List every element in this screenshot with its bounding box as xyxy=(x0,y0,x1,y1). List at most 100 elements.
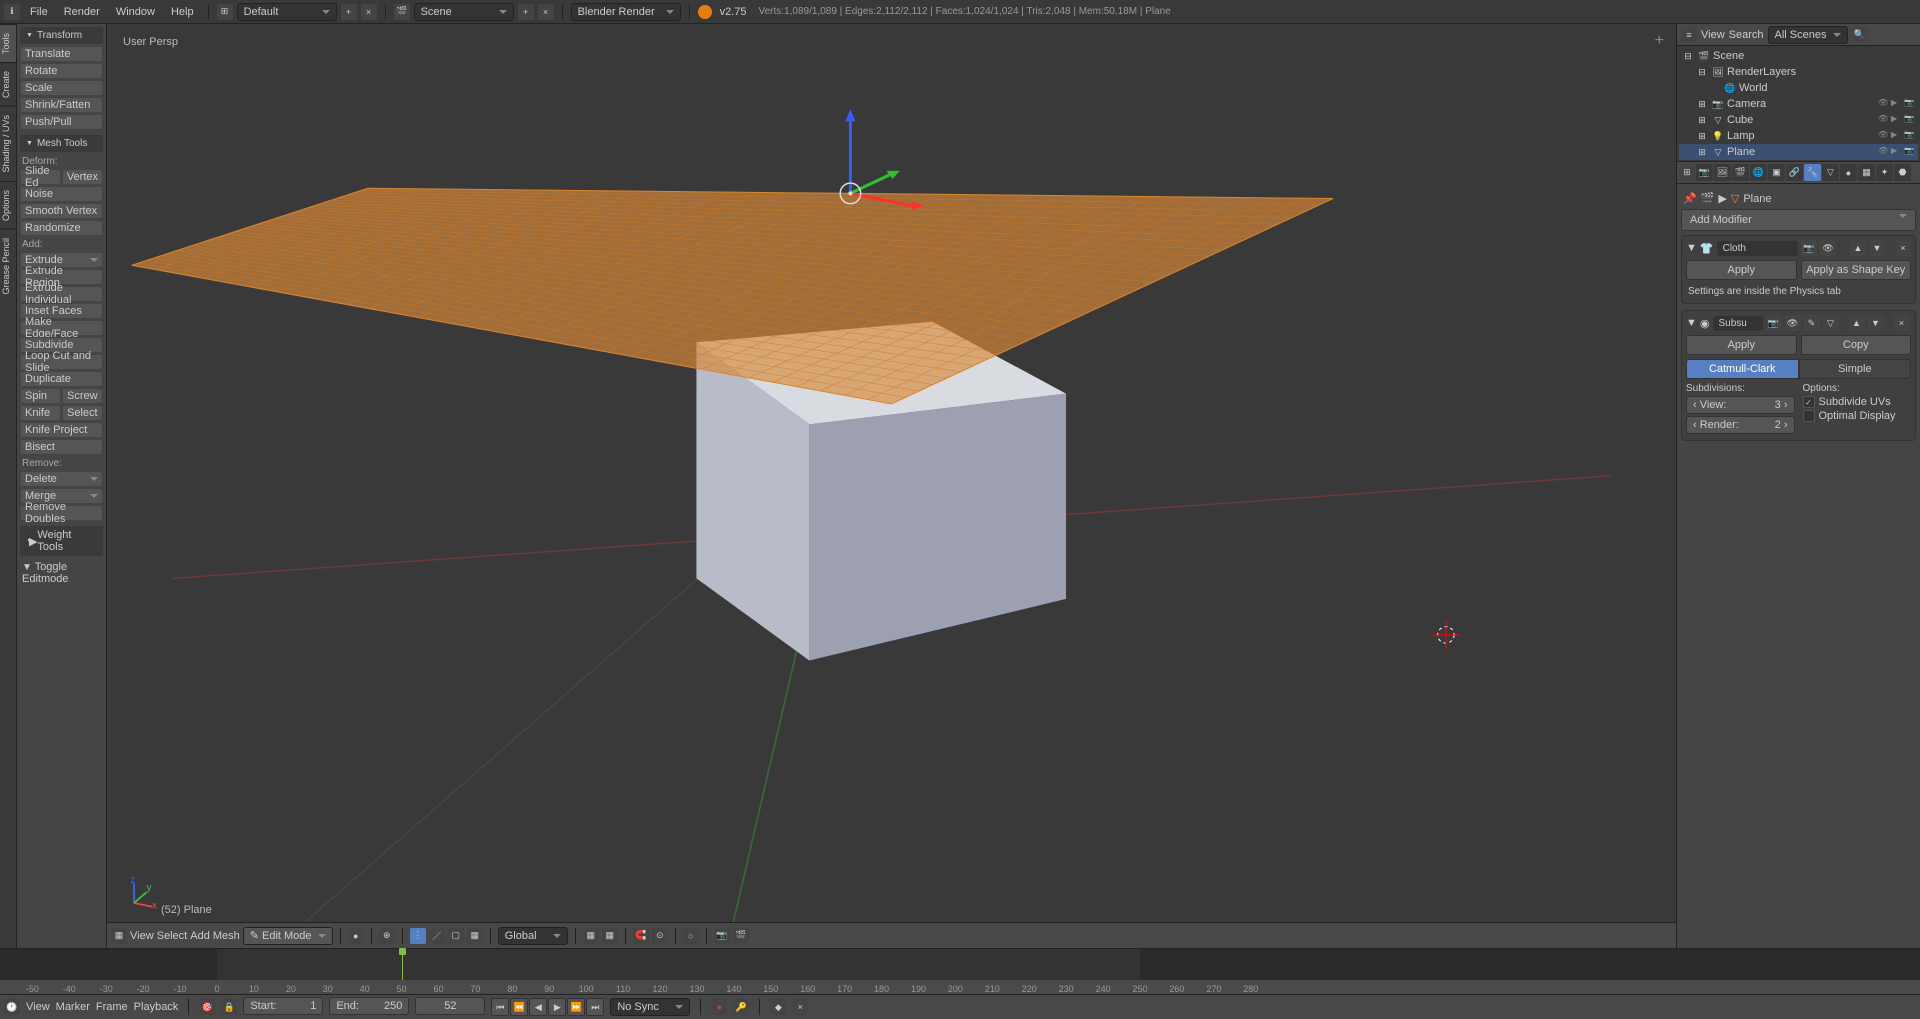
visibility-icon[interactable]: 👁 xyxy=(1878,114,1890,126)
tab-physics[interactable]: ⬣ xyxy=(1894,164,1911,181)
limit-sel-icon[interactable]: ▦ xyxy=(467,928,483,944)
menu-render[interactable]: Render xyxy=(58,6,106,18)
mod-display-icon[interactable]: 👁 xyxy=(1820,240,1836,256)
tool-loop-cut-and-slide[interactable]: Loop Cut and Slide xyxy=(20,354,103,370)
jump-start-icon[interactable]: ⏮ xyxy=(491,998,509,1016)
timeline-editor-icon[interactable]: 🕐 xyxy=(4,999,20,1015)
visibility-icon[interactable]: 👁 xyxy=(1878,146,1890,158)
tree-item-renderlayers[interactable]: ⊟🖼RenderLayers xyxy=(1679,64,1918,80)
tab-material[interactable]: ● xyxy=(1840,164,1857,181)
tool-knife[interactable]: Knife xyxy=(20,405,61,421)
select-face-icon[interactable]: ▢ xyxy=(448,928,464,944)
menu-window[interactable]: Window xyxy=(110,6,161,18)
render-icon[interactable]: 📷 xyxy=(1904,146,1916,158)
add-modifier-button[interactable]: Add Modifier xyxy=(1681,209,1916,231)
tree-item-world[interactable]: 🌐World xyxy=(1679,80,1918,96)
layout-add-icon[interactable]: + xyxy=(341,4,357,20)
scene-add-icon[interactable]: + xyxy=(518,4,534,20)
outliner-search-icon[interactable]: 🔍 xyxy=(1852,27,1868,43)
orientation-dropdown[interactable]: Global xyxy=(498,927,568,945)
current-frame-field[interactable]: 52 xyxy=(415,997,485,1015)
tab-world[interactable]: 🌐 xyxy=(1750,164,1767,181)
tab-tools[interactable]: Tools xyxy=(0,24,16,62)
weighttools-header[interactable]: ▶ Weight Tools xyxy=(20,526,103,556)
apply-button[interactable]: Apply xyxy=(1686,260,1797,280)
outliner-view-menu[interactable]: View xyxy=(1701,29,1725,41)
tool-scale[interactable]: Scale xyxy=(20,80,103,96)
tl-menu-frame[interactable]: Frame xyxy=(96,1001,128,1013)
layout-del-icon[interactable]: × xyxy=(361,4,377,20)
tab-grease[interactable]: Grease Pencil xyxy=(0,229,16,303)
editor-type-icon[interactable]: ℹ xyxy=(4,4,20,20)
tree-item-plane[interactable]: ⊞▽Plane👁▶📷 xyxy=(1679,144,1918,160)
layers-1-icon[interactable]: ▦ xyxy=(583,928,599,944)
mod-delete-icon[interactable]: × xyxy=(1894,315,1910,331)
prop-editor-icon[interactable]: ⊞ xyxy=(1679,165,1695,181)
optimal-display-checkbox[interactable]: Optimal Display xyxy=(1803,410,1912,422)
menu-file[interactable]: File xyxy=(24,6,54,18)
mode-dropdown[interactable]: ✎ Edit Mode xyxy=(243,927,333,945)
tool-delete[interactable]: Delete xyxy=(20,471,103,487)
visibility-icon[interactable]: 👁 xyxy=(1878,98,1890,110)
vp-menu-add[interactable]: Add xyxy=(190,930,210,942)
snap-icon[interactable]: 🧲 xyxy=(633,928,649,944)
tool-randomize[interactable]: Randomize xyxy=(20,220,103,236)
pivot-icon[interactable]: ⊕ xyxy=(379,928,395,944)
tree-item-scene[interactable]: ⊟🎬Scene xyxy=(1679,48,1918,64)
tool-knife-project[interactable]: Knife Project xyxy=(20,422,103,438)
mod-display-icon[interactable]: 👁 xyxy=(1785,315,1801,331)
modifier-name-field[interactable]: Cloth xyxy=(1717,241,1798,256)
tl-menu-view[interactable]: View xyxy=(26,1001,50,1013)
render-icon[interactable]: 📷 xyxy=(1904,98,1916,110)
mod-up-icon[interactable]: ▲ xyxy=(1850,240,1866,256)
play-rev-icon[interactable]: ◀ xyxy=(529,998,547,1016)
keying-set-icon[interactable]: 🔑 xyxy=(733,999,749,1015)
tab-shading[interactable]: Shading / UVs xyxy=(0,106,16,181)
mod-render-icon[interactable]: 📷 xyxy=(1766,315,1782,331)
mod-editmode-icon[interactable]: ✎ xyxy=(1804,315,1820,331)
mod-up-icon[interactable]: ▲ xyxy=(1849,315,1865,331)
copy-button[interactable]: Copy xyxy=(1801,335,1912,355)
view-subdiv-field[interactable]: ‹ View:3 › xyxy=(1686,396,1795,414)
tool-smooth-vertex[interactable]: Smooth Vertex xyxy=(20,203,103,219)
tool-translate[interactable]: Translate xyxy=(20,46,103,62)
autokey-icon[interactable]: ● xyxy=(711,999,727,1015)
end-frame-field[interactable]: End:250 xyxy=(329,997,409,1015)
keyframe-prev-icon[interactable]: ⏪ xyxy=(510,998,528,1016)
tool-extrude-individual[interactable]: Extrude Individual xyxy=(20,286,103,302)
region-toggle-icon[interactable]: + xyxy=(1655,32,1664,50)
apply-shape-button[interactable]: Apply as Shape Key xyxy=(1801,260,1912,280)
tree-item-lamp[interactable]: ⊞💡Lamp👁▶📷 xyxy=(1679,128,1918,144)
visibility-icon[interactable]: 👁 xyxy=(1878,130,1890,142)
tab-constraints[interactable]: 🔗 xyxy=(1786,164,1803,181)
tab-render[interactable]: 📷 xyxy=(1696,164,1713,181)
select-icon[interactable]: ▶ xyxy=(1891,146,1903,158)
modifier-name-field[interactable]: Subsu xyxy=(1713,316,1763,331)
tool-spin[interactable]: Spin xyxy=(20,388,61,404)
collapse-icon[interactable]: ▼ xyxy=(1686,242,1697,254)
tool-duplicate[interactable]: Duplicate xyxy=(20,371,103,387)
marker-del-icon[interactable]: × xyxy=(792,999,808,1015)
snap-type-icon[interactable]: ⊙ xyxy=(652,928,668,944)
tab-layers[interactable]: 🖼 xyxy=(1714,164,1731,181)
tab-modifiers[interactable]: 🔧 xyxy=(1804,164,1821,181)
render-icon[interactable]: 📷 xyxy=(1904,114,1916,126)
tab-data[interactable]: ▽ xyxy=(1822,164,1839,181)
editor-type-3d-icon[interactable]: ▦ xyxy=(111,928,127,944)
tool-noise[interactable]: Noise xyxy=(20,186,103,202)
meshtools-header[interactable]: Mesh Tools xyxy=(20,135,103,152)
layout-dropdown[interactable]: Default xyxy=(237,3,337,21)
engine-dropdown[interactable]: Blender Render xyxy=(571,3,681,21)
jump-end-icon[interactable]: ⏭ xyxy=(586,998,604,1016)
mod-down-icon[interactable]: ▼ xyxy=(1869,240,1885,256)
tl-menu-marker[interactable]: Marker xyxy=(56,1001,90,1013)
scene-dropdown[interactable]: Scene xyxy=(414,3,514,21)
prop-edit-icon[interactable]: ○ xyxy=(683,928,699,944)
range-icon[interactable]: 🎯 xyxy=(199,999,215,1015)
apply-button[interactable]: Apply xyxy=(1686,335,1797,355)
tab-create[interactable]: Create xyxy=(0,62,16,106)
select-vert-icon[interactable]: ⋮ xyxy=(410,928,426,944)
tool-slide-edge[interactable]: Slide Ed xyxy=(20,169,61,185)
shading-icon[interactable]: ● xyxy=(348,928,364,944)
catmull-button[interactable]: Catmull-Clark xyxy=(1686,359,1799,379)
